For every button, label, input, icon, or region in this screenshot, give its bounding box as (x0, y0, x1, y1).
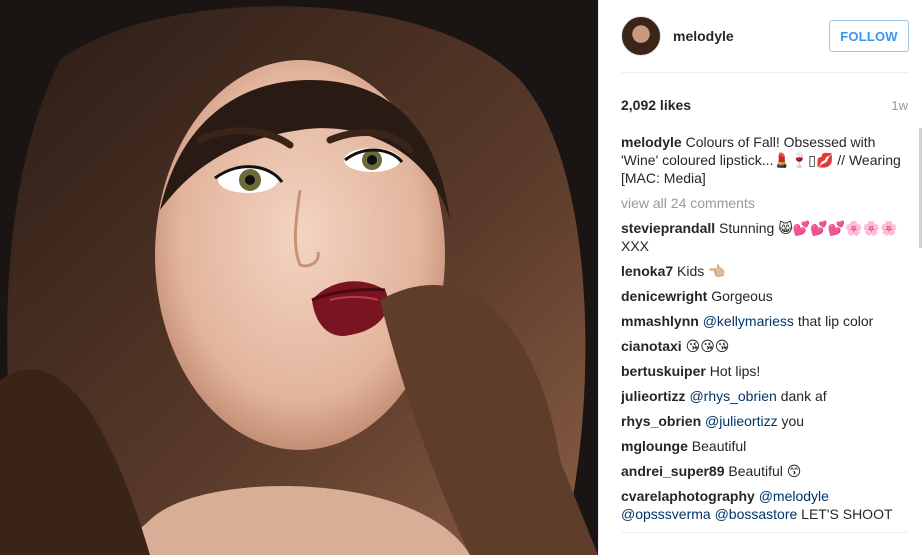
comment-text: Hot lips! (709, 363, 761, 379)
comment: denicewright Gorgeous (621, 287, 908, 305)
comment-mention[interactable]: @rhys_obrien (689, 388, 776, 404)
comment-username[interactable]: denicewright (621, 288, 707, 304)
comment: mglounge Beautiful (621, 437, 908, 455)
comment-text: 😘😘😘 (685, 338, 730, 354)
likes-count[interactable]: 2,092 likes (621, 97, 691, 113)
comment-username[interactable]: stevieprandall (621, 220, 715, 236)
comment-text: that lip color (797, 313, 874, 329)
caption-username[interactable]: melodyle (621, 134, 682, 150)
owner-username[interactable]: melodyle (673, 28, 829, 44)
comment-text: dank af (780, 388, 827, 404)
comment: bertuskuiper Hot lips! (621, 362, 908, 380)
comments-list[interactable]: melodyle Colours of Fall! Obsessed with … (621, 133, 908, 535)
view-all-comments-link[interactable]: view all 24 comments (621, 194, 908, 212)
comment-username[interactable]: lenoka7 (621, 263, 673, 279)
comment-username[interactable]: rhys_obrien (621, 413, 701, 429)
post-meta: 2,092 likes 1w (621, 95, 908, 115)
comment-box-area (621, 532, 908, 555)
comment: julieortizz @rhys_obrien dank af (621, 387, 908, 405)
comment: andrei_super89 Beautiful 😙 (621, 462, 908, 480)
post-timestamp[interactable]: 1w (891, 98, 908, 113)
comment-text: Kids 👈🏼 (677, 263, 726, 279)
comment-username[interactable]: julieortizz (621, 388, 686, 404)
avatar[interactable] (621, 16, 661, 56)
header-divider (621, 72, 908, 73)
comment-text: you (781, 413, 805, 429)
comment-text: Beautiful 😙 (728, 463, 802, 479)
post-sidebar: melodyle FOLLOW 2,092 likes 1w melodyle … (598, 0, 922, 555)
comment-text: Gorgeous (711, 288, 773, 304)
comment-mention[interactable]: @julieortizz (705, 413, 778, 429)
follow-button[interactable]: FOLLOW (829, 20, 909, 52)
comment: stevieprandall Stunning 😸💕💕💕🌸🌸🌸XXX (621, 219, 908, 255)
comment: mmashlynn @kellymariess that lip color (621, 312, 908, 330)
instagram-post: melodyle FOLLOW 2,092 likes 1w melodyle … (0, 0, 922, 555)
comment-text: LET'S SHOOT (801, 506, 893, 522)
comment-username[interactable]: mmashlynn (621, 313, 699, 329)
comment: cianotaxi 😘😘😘 (621, 337, 908, 355)
comment-username[interactable]: mglounge (621, 438, 688, 454)
comment-text: Beautiful (691, 438, 747, 454)
comment-username[interactable]: cvarelaphotography (621, 488, 755, 504)
comment: rhys_obrien @julieortizz you (621, 412, 908, 430)
comment: lenoka7 Kids 👈🏼 (621, 262, 908, 280)
comment-username[interactable]: bertuskuiper (621, 363, 706, 379)
selfie-image (0, 0, 598, 555)
comment-mention[interactable]: @kellymariess (703, 313, 794, 329)
comment-username[interactable]: cianotaxi (621, 338, 682, 354)
comment-username[interactable]: andrei_super89 (621, 463, 725, 479)
comment: cvarelaphotography @melodyle @opsssverma… (621, 487, 908, 523)
post-photo[interactable] (0, 0, 598, 555)
caption: melodyle Colours of Fall! Obsessed with … (621, 133, 908, 187)
post-header: melodyle FOLLOW (599, 0, 922, 72)
